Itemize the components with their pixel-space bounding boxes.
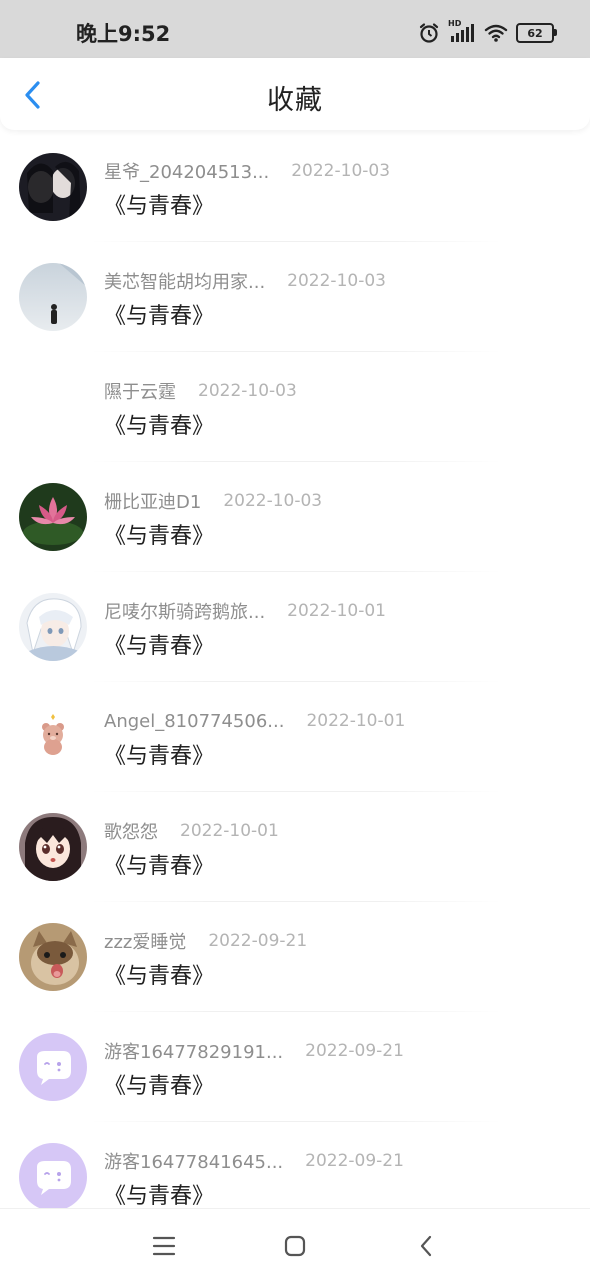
- list-item[interactable]: 歌怨怨 2022-10-01 《与青春》: [0, 792, 590, 902]
- menu-button[interactable]: [149, 1231, 179, 1261]
- username: zzz爱睡觉: [104, 932, 187, 953]
- wifi-icon: [484, 24, 508, 42]
- list-item[interactable]: 栅比亚迪D1 2022-10-03 《与青春》: [0, 462, 590, 572]
- date: 2022-09-21: [305, 1151, 404, 1171]
- avatar[interactable]: [19, 153, 87, 221]
- username: 游客16477841645...: [104, 1152, 284, 1173]
- book-title: 《与青春》: [104, 634, 215, 659]
- username: Angel_810774506...: [104, 710, 285, 732]
- list-item[interactable]: Angel_810774506... 2022-10-01 《与青春》: [0, 682, 590, 792]
- list-item[interactable]: 游客16477829191... 2022-09-21 《与青春》: [0, 1012, 590, 1122]
- status-bar: 晚上9:52 HD 62: [0, 0, 590, 58]
- username: 美芯智能胡均用家...: [104, 272, 266, 293]
- date: 2022-10-01: [306, 711, 406, 731]
- item-meta: 游客16477829191... 2022-09-21: [104, 1038, 404, 1064]
- list-item[interactable]: 美芯智能胡均用家... 2022-10-03 《与青春》: [0, 242, 590, 352]
- list-item[interactable]: 尼唛尔斯骑跨鹅旅... 2022-10-01 《与青春》: [0, 572, 590, 682]
- item-meta: 栅比亚迪D1 2022-10-03: [104, 488, 322, 514]
- avatar[interactable]: [19, 923, 87, 991]
- date: 2022-10-01: [287, 601, 386, 621]
- item-meta: 尼唛尔斯骑跨鹅旅... 2022-10-01: [104, 598, 386, 624]
- avatar[interactable]: [19, 1033, 87, 1101]
- list-item[interactable]: 星爷_204204513... 2022-10-03 《与青春》: [0, 132, 590, 242]
- home-icon: [284, 1235, 306, 1257]
- page-title: 收藏: [267, 85, 323, 116]
- book-title: 《与青春》: [104, 854, 215, 879]
- book-title: 《与青春》: [104, 1074, 215, 1099]
- book-title: 《与青春》: [104, 744, 215, 769]
- book-title: 《与青春》: [104, 1184, 215, 1209]
- item-meta: zzz爱睡觉 2022-09-21: [104, 928, 307, 954]
- username: 尼唛尔斯骑跨鹅旅...: [104, 602, 266, 623]
- back-icon: [420, 1235, 432, 1257]
- avatar[interactable]: [19, 483, 87, 551]
- nav-back-button[interactable]: [411, 1231, 441, 1261]
- avatar[interactable]: [19, 593, 87, 661]
- username: 歌怨怨: [104, 822, 158, 843]
- username: 游客16477829191...: [104, 1042, 284, 1063]
- battery-level: 62: [527, 26, 543, 40]
- avatar[interactable]: [19, 703, 87, 771]
- item-meta: 星爷_204204513... 2022-10-03: [104, 158, 390, 184]
- avatar[interactable]: [19, 263, 87, 331]
- avatar[interactable]: [19, 813, 87, 881]
- header: 收藏: [0, 58, 590, 130]
- book-title: 《与青春》: [104, 964, 215, 989]
- item-meta: 美芯智能胡均用家... 2022-10-03: [104, 268, 386, 294]
- book-title: 《与青春》: [104, 414, 215, 439]
- date: 2022-09-21: [305, 1041, 404, 1061]
- date: 2022-10-03: [291, 161, 391, 181]
- date: 2022-10-03: [287, 271, 386, 291]
- book-title: 《与青春》: [104, 304, 215, 329]
- avatar[interactable]: [19, 373, 87, 441]
- date: 2022-10-03: [198, 381, 297, 401]
- avatar[interactable]: [19, 1143, 87, 1211]
- home-button[interactable]: [280, 1231, 310, 1261]
- item-meta: 游客16477841645... 2022-09-21: [104, 1148, 404, 1174]
- status-time: 晚上9:52: [76, 22, 171, 46]
- username: 隰于云霆: [104, 382, 176, 403]
- date: 2022-10-01: [180, 821, 279, 841]
- navigation-bar: [0, 1208, 590, 1281]
- battery-icon: 62: [516, 23, 557, 43]
- favorites-list: 星爷_204204513... 2022-10-03 《与青春》 美芯智能胡均用…: [0, 132, 590, 1232]
- status-icons: HD 62: [418, 19, 557, 46]
- alarm-icon: [419, 23, 439, 43]
- signal-icon: HD: [448, 19, 476, 44]
- list-item[interactable]: zzz爱睡觉 2022-09-21 《与青春》: [0, 902, 590, 1012]
- list-item[interactable]: 隰于云霆 2022-10-03 《与青春》: [0, 352, 590, 462]
- date: 2022-09-21: [208, 931, 308, 951]
- book-title: 《与青春》: [104, 194, 215, 219]
- username: 栅比亚迪D1: [104, 492, 202, 513]
- item-meta: Angel_810774506... 2022-10-01: [104, 708, 405, 734]
- date: 2022-10-03: [223, 491, 323, 511]
- item-meta: 歌怨怨 2022-10-01: [104, 818, 279, 844]
- book-title: 《与青春》: [104, 524, 215, 549]
- username: 星爷_204204513...: [104, 162, 270, 183]
- menu-icon: [152, 1236, 176, 1256]
- item-meta: 隰于云霆 2022-10-03: [104, 378, 297, 404]
